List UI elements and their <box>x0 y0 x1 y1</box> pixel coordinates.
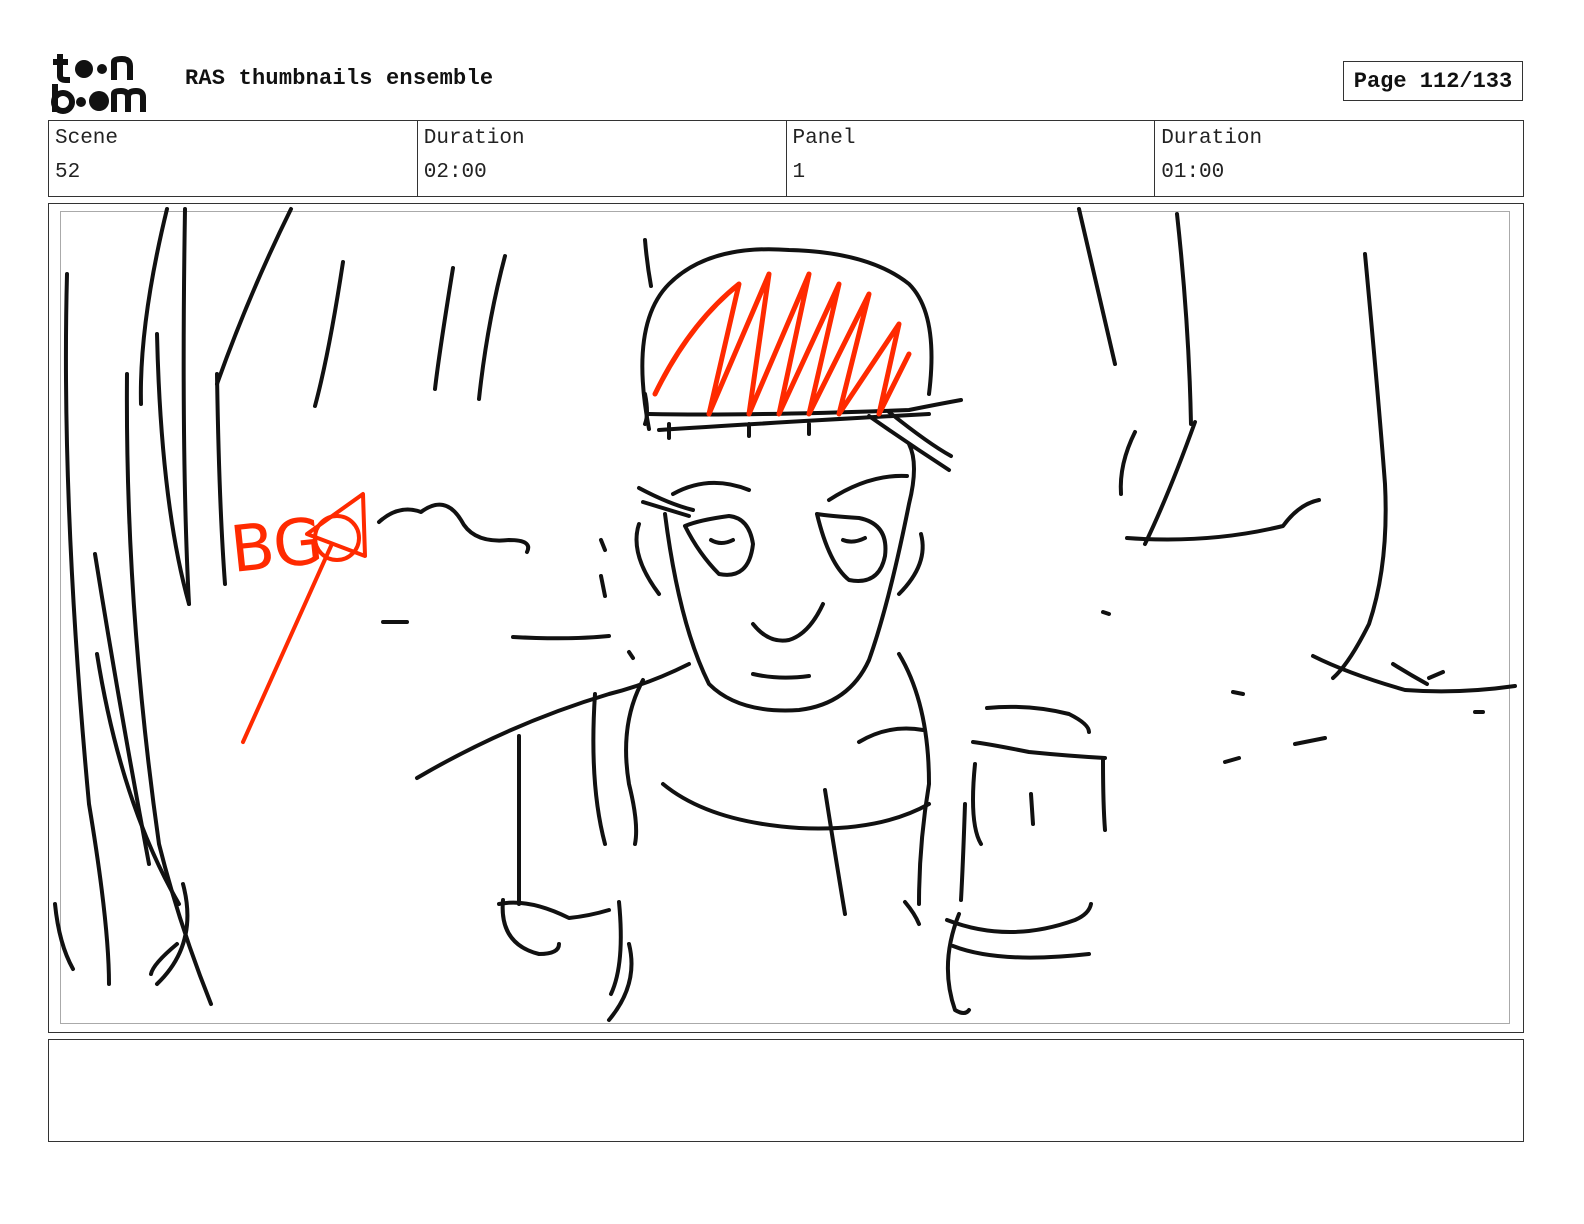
panel-duration-value: 01:00 <box>1161 161 1225 184</box>
scene-duration-value: 02:00 <box>423 161 487 184</box>
panel-duration-cell: Duration 01:00 <box>1155 121 1523 196</box>
page-indicator: Page 112/133 <box>1343 61 1523 101</box>
hair-color-scribble <box>652 271 912 417</box>
scene-duration-label: Duration <box>423 127 525 150</box>
page-label: Page 112/133 <box>1353 68 1513 94</box>
scene-value: 52 <box>55 161 81 184</box>
panel-value: 1 <box>792 161 806 184</box>
storyboard-panel: BG <box>48 203 1524 1033</box>
scene-info-table: Scene 52 Duration 02:00 Panel 1 Duration… <box>48 120 1524 197</box>
panel-label: Panel <box>792 127 856 150</box>
toon-boom-logo <box>50 50 165 114</box>
scene-cell: Scene 52 <box>49 121 418 196</box>
panel-duration-label: Duration <box>1161 127 1263 150</box>
panel-cell: Panel 1 <box>787 121 1156 196</box>
scene-label: Scene <box>55 127 119 150</box>
panel-notes-box[interactable] <box>48 1039 1524 1142</box>
panel-sketch: BG <box>53 207 1517 1022</box>
document-title: RAS thumbnails ensemble <box>185 66 494 91</box>
bg-annotation-label: BG <box>227 505 327 588</box>
logo-graphic <box>51 54 146 114</box>
scene-duration-cell: Duration 02:00 <box>418 121 787 196</box>
